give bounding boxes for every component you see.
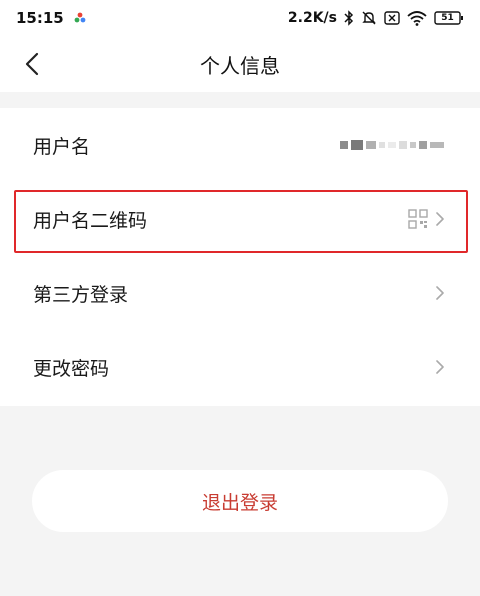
third-party-login-label: 第三方登录 <box>33 283 129 306</box>
bluetooth-icon <box>344 10 354 26</box>
page-title: 个人信息 <box>200 53 280 78</box>
logout-label: 退出登录 <box>201 491 278 514</box>
status-bar: 15:15 2.2K/s 51 <box>0 0 480 36</box>
username-value-obscured <box>340 140 444 150</box>
app-notification-icon <box>74 12 86 24</box>
username-label: 用户名 <box>33 135 91 158</box>
back-chevron-icon <box>25 52 39 76</box>
chevron-right-icon <box>436 286 444 300</box>
chevron-right-icon <box>436 212 444 226</box>
qr-code-icon <box>408 209 428 229</box>
username-qrcode-label: 用户名二维码 <box>33 209 148 232</box>
sim-x-icon <box>384 11 400 25</box>
list-item-change-password[interactable]: 更改密码 <box>0 330 480 404</box>
network-speed: 2.2K/s <box>287 10 337 26</box>
back-button[interactable] <box>18 50 46 78</box>
battery-level: 51 <box>441 13 454 23</box>
list-item-third-party-login[interactable]: 第三方登录 <box>0 256 480 330</box>
wifi-icon <box>407 10 427 26</box>
status-time: 15:15 <box>16 9 64 27</box>
logout-button[interactable]: 退出登录 <box>32 470 448 532</box>
mute-icon <box>361 10 377 26</box>
list-item-username[interactable]: 用户名 <box>0 108 480 182</box>
header: 个人信息 <box>0 36 480 92</box>
battery-icon: 51 <box>434 10 464 26</box>
list-item-username-qrcode[interactable]: 用户名二维码 <box>0 182 480 256</box>
change-password-label: 更改密码 <box>33 357 110 380</box>
chevron-right-icon <box>436 360 444 374</box>
settings-list: 用户名 用户名二维码 第三方登录 更改密码 <box>0 108 480 406</box>
